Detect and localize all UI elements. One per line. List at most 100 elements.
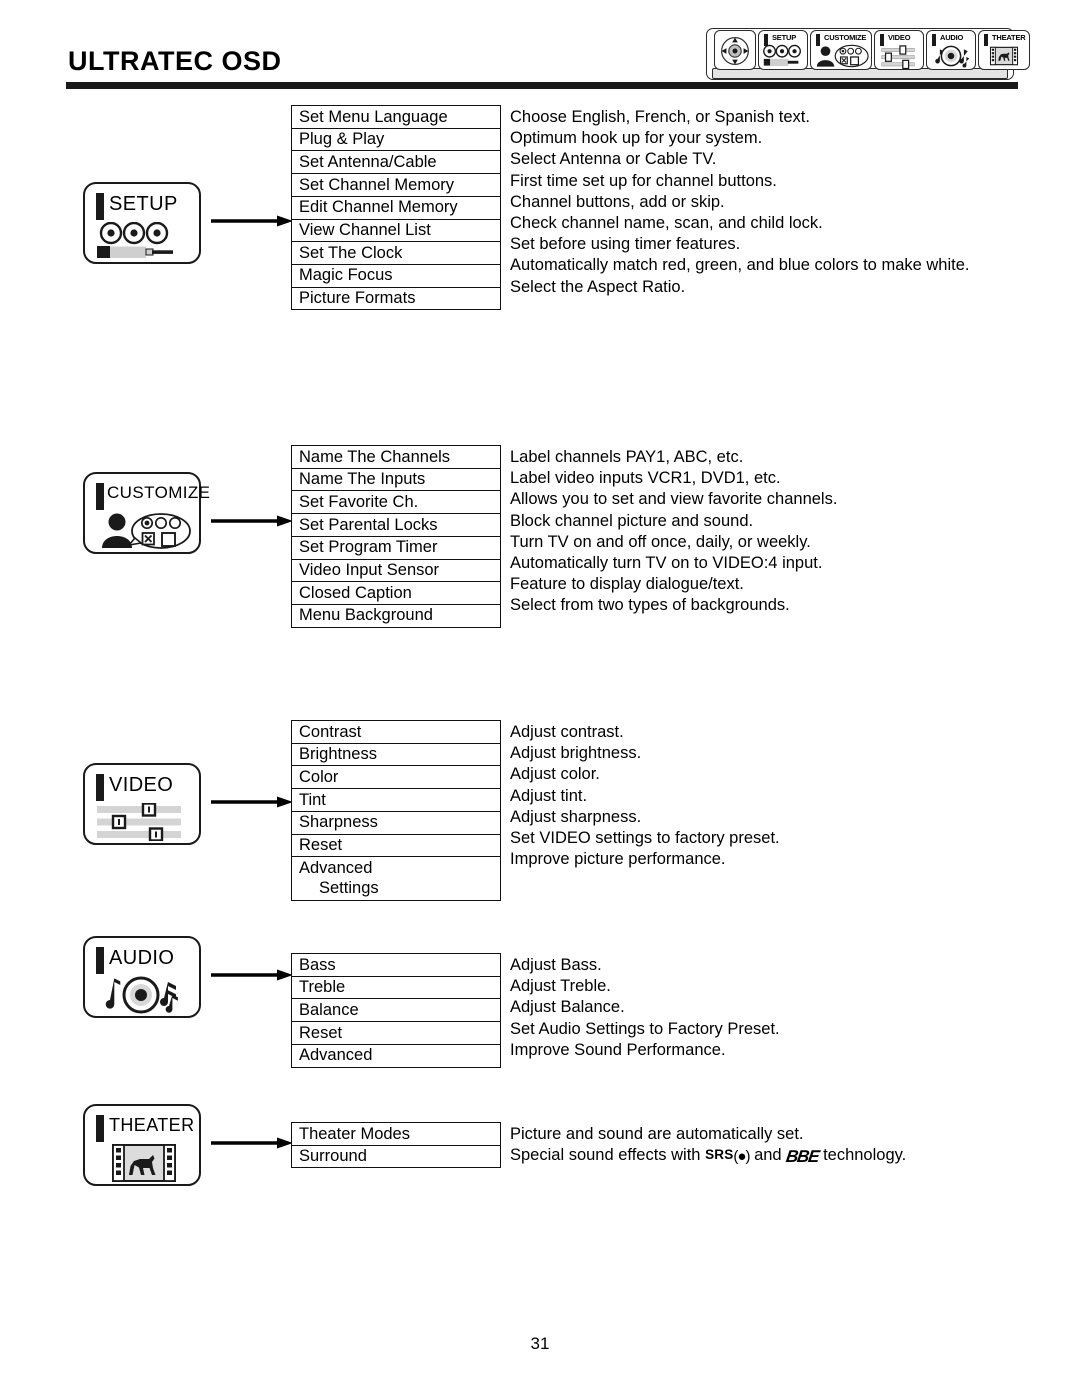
rca-jacks-cable-icon <box>763 44 801 67</box>
menu-description: Label channels PAY1, ABC, etc. <box>510 448 744 466</box>
bbe-logo: BBE <box>784 1147 820 1167</box>
arrow-to-audio-menu <box>211 969 293 981</box>
section-flag <box>96 483 104 510</box>
navbar-tab-customize[interactable]: CUSTOMIZE <box>810 30 872 70</box>
menu-description: Set Audio Settings to Factory Preset. <box>510 1019 780 1038</box>
menu-item[interactable]: Theater Modes <box>292 1123 500 1146</box>
menu-item[interactable]: Name The Inputs <box>292 469 500 492</box>
menu-table-theater: Theater Modes Surround <box>291 1122 501 1169</box>
menu-item[interactable]: Tint <box>292 789 500 812</box>
menu-item[interactable]: Closed Caption <box>292 582 500 605</box>
desc-prefix: Special sound effects with <box>510 1146 706 1165</box>
menu-item[interactable]: Sharpness <box>292 812 500 835</box>
menu-description: Adjust sharpness. <box>510 807 642 826</box>
menu-item-advanced-settings[interactable]: Advanced Settings <box>292 857 500 899</box>
desc-list-video: Adjust contrast. Adjust brightness. Adju… <box>510 722 780 870</box>
dpad-icon <box>721 37 749 65</box>
menu-description: Set VIDEO settings to factory preset. <box>510 828 780 847</box>
menu-description: Improve picture performance. <box>510 850 726 869</box>
navbar-tab-label: SETUP <box>772 33 797 42</box>
menu-item[interactable]: Advanced <box>292 1045 500 1067</box>
arrow-to-customize-menu <box>211 515 293 527</box>
menu-description: Label video inputs VCR1, DVD1, etc. <box>510 469 781 488</box>
menu-description: Select from two types of backgrounds. <box>510 596 790 615</box>
menu-description: Set before using timer features. <box>510 235 741 254</box>
menu-item[interactable]: Set The Clock <box>292 242 500 265</box>
desc-list-theater: Picture and sound are automatically set.… <box>510 1124 906 1166</box>
menu-description: Automatically match red, green, and blue… <box>510 256 970 275</box>
menu-table-video: Contrast Brightness Color Tint Sharpness… <box>291 720 501 901</box>
menu-item[interactable]: Plug & Play <box>292 129 500 152</box>
header-rule <box>66 82 1018 89</box>
desc-mid: and <box>749 1146 787 1165</box>
menu-description: Check channel name, scan, and child lock… <box>510 213 823 232</box>
menu-item[interactable]: Reset <box>292 1022 500 1045</box>
desc-suffix: technology. <box>818 1146 907 1165</box>
navbar-tab-setup[interactable]: SETUP <box>758 30 808 70</box>
menu-description: Block channel picture and sound. <box>510 511 754 530</box>
person-options-icon <box>102 513 191 549</box>
menu-description: Choose English, French, or Spanish text. <box>510 108 810 126</box>
menu-description: Picture and sound are automatically set. <box>510 1125 804 1143</box>
menu-description: Adjust Treble. <box>510 977 611 996</box>
page-title: ULTRATEC OSD <box>68 46 282 76</box>
menu-description: Feature to display dialogue/text. <box>510 575 744 594</box>
film-strip-horse-icon <box>112 1144 176 1182</box>
section-icon-customize[interactable]: CUSTOMIZE <box>83 472 210 554</box>
menu-item[interactable]: Bass <box>292 954 500 977</box>
menu-item[interactable]: Surround <box>292 1146 500 1168</box>
arrow-to-setup-menu <box>211 215 293 227</box>
section-flag <box>96 193 104 220</box>
desc-list-audio: Adjust Bass. Adjust Treble. Adjust Balan… <box>510 955 780 1061</box>
menu-item[interactable]: Menu Background <box>292 605 500 627</box>
navbar-tab-label: CUSTOMIZE <box>824 33 867 42</box>
navbar-tab-theater[interactable]: THEATER <box>978 30 1030 70</box>
menu-item[interactable]: Name The Channels <box>292 446 500 469</box>
menu-item[interactable]: Set Channel Memory <box>292 174 500 197</box>
section-icon-audio[interactable]: AUDIO <box>83 936 201 1018</box>
navbar-tab-video[interactable]: VIDEO <box>874 30 924 70</box>
menu-item[interactable]: Set Menu Language <box>292 106 500 129</box>
menu-item[interactable]: Set Program Timer <box>292 537 500 560</box>
menu-item[interactable]: Contrast <box>292 721 500 744</box>
menu-item[interactable]: Magic Focus <box>292 265 500 288</box>
speaker-music-notes-icon <box>935 45 970 68</box>
section-icon-video[interactable]: VIDEO <box>83 763 201 845</box>
menu-description: Adjust brightness. <box>510 744 642 763</box>
menu-item[interactable]: Reset <box>292 835 500 858</box>
navbar-tab-dpad[interactable] <box>714 30 756 70</box>
section-icon-setup[interactable]: SETUP <box>83 182 201 264</box>
navbar-tab-audio[interactable]: AUDIO <box>926 30 976 70</box>
page-number: 31 <box>530 1334 550 1353</box>
menu-table-audio: Bass Treble Balance Reset Advanced <box>291 953 501 1068</box>
menu-description: Select Antenna or Cable TV. <box>510 150 717 169</box>
menu-description: Allows you to set and view favorite chan… <box>510 490 838 509</box>
menu-item[interactable]: Set Favorite Ch. <box>292 491 500 515</box>
srs-circle-mark: (●) <box>733 1148 750 1166</box>
menu-description: Automatically turn TV on to VIDEO:4 inpu… <box>510 553 823 572</box>
menu-item[interactable]: Treble <box>292 977 500 1000</box>
section-flag <box>96 774 104 801</box>
menu-item[interactable]: Set Antenna/Cable <box>292 151 500 175</box>
menu-item[interactable]: Video Input Sensor <box>292 560 500 583</box>
arrow-to-theater-menu <box>211 1137 293 1149</box>
sliders-icon <box>97 803 181 841</box>
menu-item[interactable]: Color <box>292 766 500 790</box>
menu-description: First time set up for channel buttons. <box>510 171 777 190</box>
section-icon-label: CUSTOMIZE <box>107 483 211 502</box>
menu-item[interactable]: Picture Formats <box>292 288 500 310</box>
menu-item[interactable]: Edit Channel Memory <box>292 197 500 220</box>
menu-item[interactable]: Balance <box>292 999 500 1023</box>
film-strip-horse-icon <box>989 46 1019 66</box>
section-icon-label: THEATER <box>109 1115 195 1135</box>
section-icon-label: AUDIO <box>109 947 175 969</box>
section-icon-theater[interactable]: THEATER <box>83 1104 201 1186</box>
section-icon-label: SETUP <box>109 193 178 215</box>
menu-description: Turn TV on and off once, daily, or weekl… <box>510 532 811 551</box>
desc-list-customize: Label channels PAY1, ABC, etc. Label vid… <box>510 447 837 617</box>
menu-item[interactable]: View Channel List <box>292 220 500 243</box>
menu-description: Adjust color. <box>510 765 600 784</box>
menu-description: Select the Aspect Ratio. <box>510 277 686 296</box>
menu-item[interactable]: Set Parental Locks <box>292 514 500 537</box>
menu-item[interactable]: Brightness <box>292 744 500 767</box>
